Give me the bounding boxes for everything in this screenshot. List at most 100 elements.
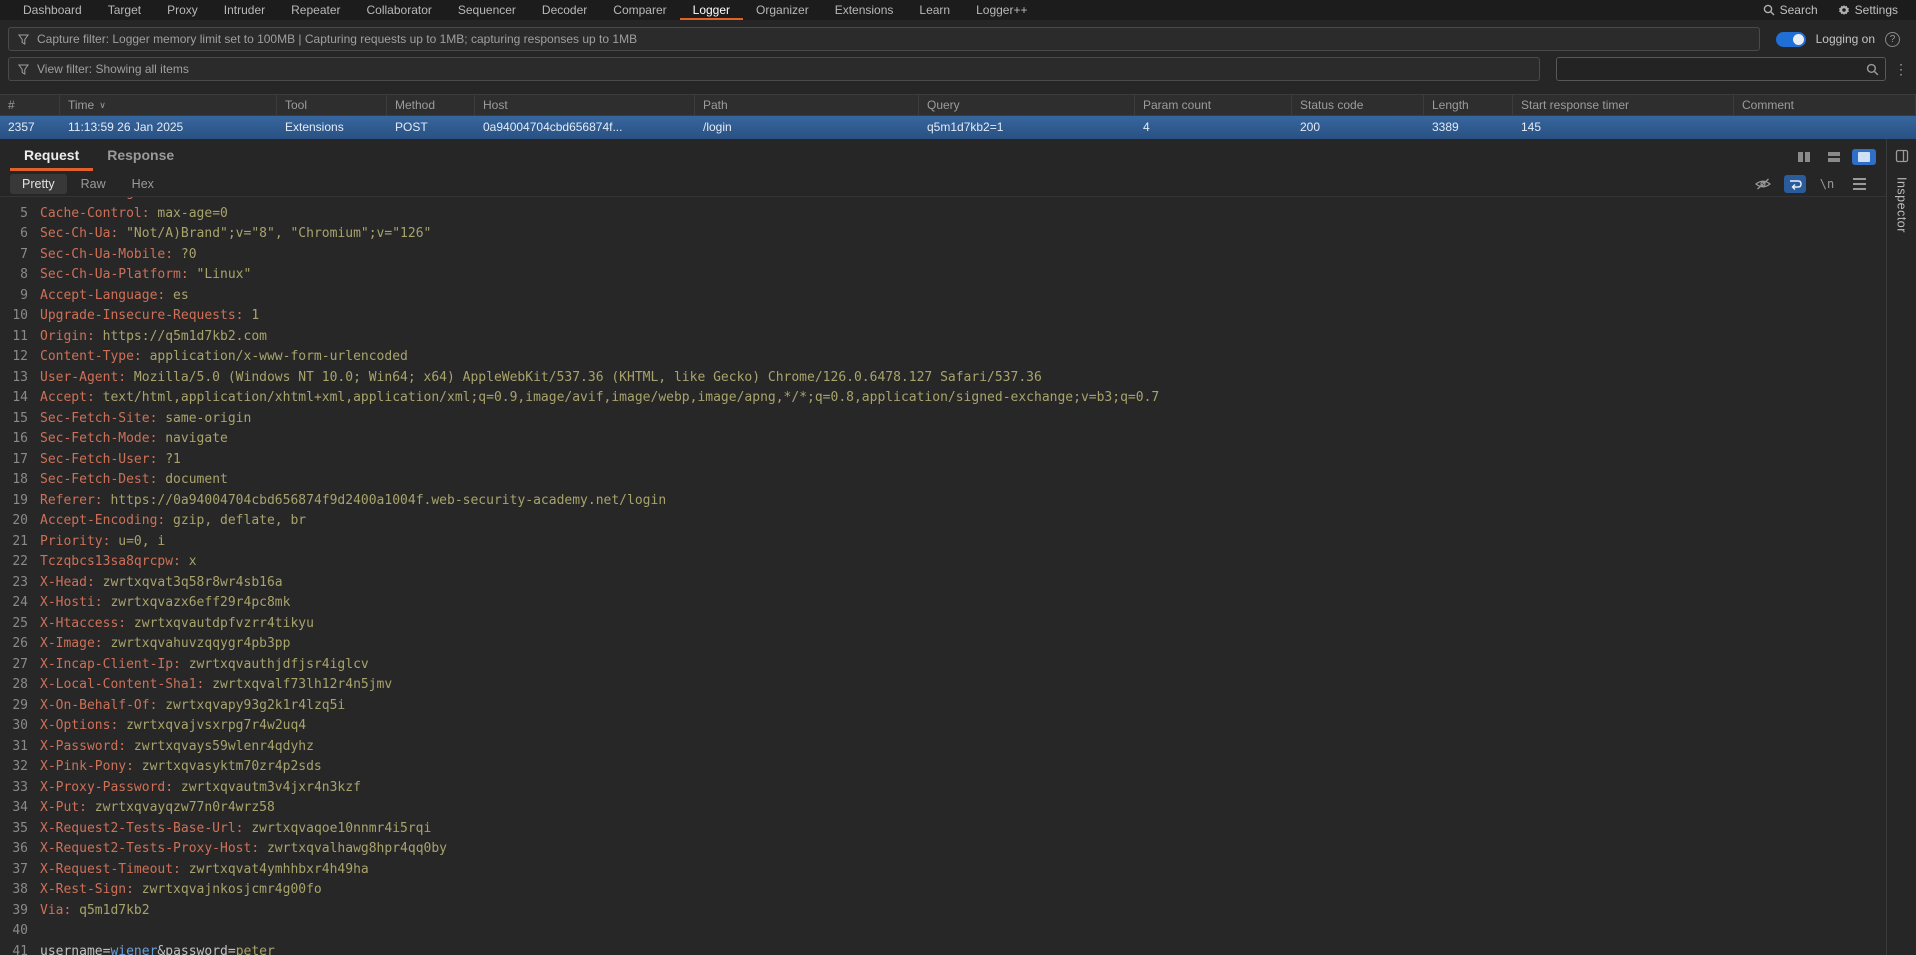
column-header-start-response-timer[interactable]: Start response timer [1513, 95, 1734, 115]
editor-view-tabs: PrettyRawHex \n [0, 171, 1886, 197]
line-number: 33 [0, 778, 40, 799]
editor-tab-raw[interactable]: Raw [69, 174, 118, 194]
capture-filter-box[interactable]: Capture filter: Logger memory limit set … [8, 27, 1760, 51]
line-number: 21 [0, 532, 40, 553]
request-line: 35X-Request2-Tests-Base-Url: zwrtxqvaqoe… [0, 819, 1886, 840]
tab-request[interactable]: Request [10, 140, 93, 171]
view-filter-box[interactable]: View filter: Showing all items [8, 57, 1540, 81]
column-header-comment[interactable]: Comment [1734, 95, 1916, 115]
line-content: X-On-Behalf-Of: zwrtxqvapy93g2k1r4lzq5i [40, 696, 345, 717]
request-line: 21Priority: u=0, i [0, 532, 1886, 553]
line-content: X-Request2-Tests-Base-Url: zwrtxqvaqoe10… [40, 819, 431, 840]
table-cell: 4 [1135, 116, 1292, 139]
more-options-icon[interactable]: ⋮ [1894, 61, 1908, 78]
inspector-panel-icon [1895, 149, 1909, 163]
column-header-host[interactable]: Host [475, 95, 695, 115]
filter-section: Capture filter: Logger memory limit set … [0, 20, 1916, 86]
menu-item-extensions[interactable]: Extensions [822, 0, 907, 20]
line-content: User-Agent: Mozilla/5.0 (Windows NT 10.0… [40, 368, 1042, 389]
wrap-lines-icon[interactable] [1784, 175, 1806, 193]
line-number: 23 [0, 573, 40, 594]
menu-item-repeater[interactable]: Repeater [278, 0, 353, 20]
column-header-status-code[interactable]: Status code [1292, 95, 1424, 115]
request-body: 4Content-Length: 305Cache-Control: max-a… [0, 197, 1886, 955]
menu-item-intruder[interactable]: Intruder [211, 0, 278, 20]
line-number: 35 [0, 819, 40, 840]
request-line: 17Sec-Fetch-User: ?1 [0, 450, 1886, 471]
tab-response[interactable]: Response [93, 140, 188, 171]
layout-buttons [1792, 149, 1876, 171]
editor-tab-hex[interactable]: Hex [120, 174, 166, 194]
table-cell: 2357 [0, 116, 60, 139]
logging-toggle[interactable] [1776, 32, 1806, 47]
table-cell: 3389 [1424, 116, 1513, 139]
column-header-length[interactable]: Length [1424, 95, 1513, 115]
request-line: 5Cache-Control: max-age=0 [0, 204, 1886, 225]
burp-logger-window: DashboardTargetProxyIntruderRepeaterColl… [0, 0, 1916, 955]
menu-item-decoder[interactable]: Decoder [529, 0, 600, 20]
show-newlines-button[interactable]: \n [1816, 175, 1838, 193]
column-header-query[interactable]: Query [919, 95, 1135, 115]
search-button[interactable]: Search [1755, 3, 1826, 17]
hide-nonprintable-icon[interactable] [1752, 175, 1774, 193]
log-table-selected-row[interactable]: 235711:13:59 26 Jan 2025ExtensionsPOST0a… [0, 116, 1916, 139]
line-number: 28 [0, 675, 40, 696]
menu-item-sequencer[interactable]: Sequencer [445, 0, 529, 20]
line-number: 31 [0, 737, 40, 758]
menu-item-collaborator[interactable]: Collaborator [354, 0, 445, 20]
log-table: #Time∨ToolMethodHostPathQueryParam count… [0, 94, 1916, 139]
menu-item-target[interactable]: Target [95, 0, 154, 20]
view-filter-row: View filter: Showing all items ⋮ [8, 56, 1908, 82]
column-header-path[interactable]: Path [695, 95, 919, 115]
menu-item-comparer[interactable]: Comparer [600, 0, 679, 20]
log-search-box [1556, 57, 1886, 81]
line-number: 6 [0, 224, 40, 245]
line-number: 41 [0, 942, 40, 955]
layout-single-button[interactable] [1852, 149, 1876, 165]
column-header-tool[interactable]: Tool [277, 95, 387, 115]
menu-item-logger[interactable]: Logger [680, 0, 743, 20]
line-number: 26 [0, 634, 40, 655]
editor-tools: \n [1752, 175, 1876, 193]
line-content: Sec-Fetch-Mode: navigate [40, 429, 228, 450]
line-number: 38 [0, 880, 40, 901]
column-header-param-count[interactable]: Param count [1135, 95, 1292, 115]
line-number: 17 [0, 450, 40, 471]
settings-button[interactable]: Settings [1830, 3, 1906, 17]
editor-tab-pretty[interactable]: Pretty [10, 174, 67, 194]
log-table-header: #Time∨ToolMethodHostPathQueryParam count… [0, 94, 1916, 116]
line-number: 36 [0, 839, 40, 860]
request-line: 16Sec-Fetch-Mode: navigate [0, 429, 1886, 450]
column-header-time[interactable]: Time∨ [60, 95, 277, 115]
hamburger-icon [1853, 178, 1866, 190]
request-line: 31X-Password: zwrtxqvays59wlenr4qdyhz [0, 737, 1886, 758]
column-header-method[interactable]: Method [387, 95, 475, 115]
line-number: 8 [0, 265, 40, 286]
editor-menu-icon[interactable] [1848, 175, 1870, 193]
request-editor[interactable]: 4Content-Length: 305Cache-Control: max-a… [0, 197, 1886, 955]
menu-items: DashboardTargetProxyIntruderRepeaterColl… [10, 0, 1041, 20]
layout-rows-button[interactable] [1822, 149, 1846, 165]
help-icon[interactable]: ? [1885, 32, 1900, 47]
table-cell: 145 [1513, 116, 1734, 139]
capture-filter-row: Capture filter: Logger memory limit set … [8, 26, 1908, 52]
column-header--[interactable]: # [0, 95, 60, 115]
line-number: 7 [0, 245, 40, 266]
inspector-strip[interactable]: Inspector [1886, 139, 1916, 955]
menu-item-proxy[interactable]: Proxy [154, 0, 211, 20]
menu-item-logger-[interactable]: Logger++ [963, 0, 1040, 20]
layout-columns-button[interactable] [1792, 149, 1816, 165]
menu-item-organizer[interactable]: Organizer [743, 0, 822, 20]
request-line: 30X-Options: zwrtxqvajvsxrpg7r4w2uq4 [0, 716, 1886, 737]
log-search-input[interactable] [1563, 62, 1866, 76]
line-number: 24 [0, 593, 40, 614]
menu-item-dashboard[interactable]: Dashboard [10, 0, 95, 20]
menu-item-learn[interactable]: Learn [906, 0, 963, 20]
line-number: 22 [0, 552, 40, 573]
search-icon [1866, 63, 1879, 76]
line-content: Sec-Fetch-Site: same-origin [40, 409, 251, 430]
request-line: 15Sec-Fetch-Site: same-origin [0, 409, 1886, 430]
request-line: 7Sec-Ch-Ua-Mobile: ?0 [0, 245, 1886, 266]
line-number: 37 [0, 860, 40, 881]
line-content: Accept-Encoding: gzip, deflate, br [40, 511, 306, 532]
